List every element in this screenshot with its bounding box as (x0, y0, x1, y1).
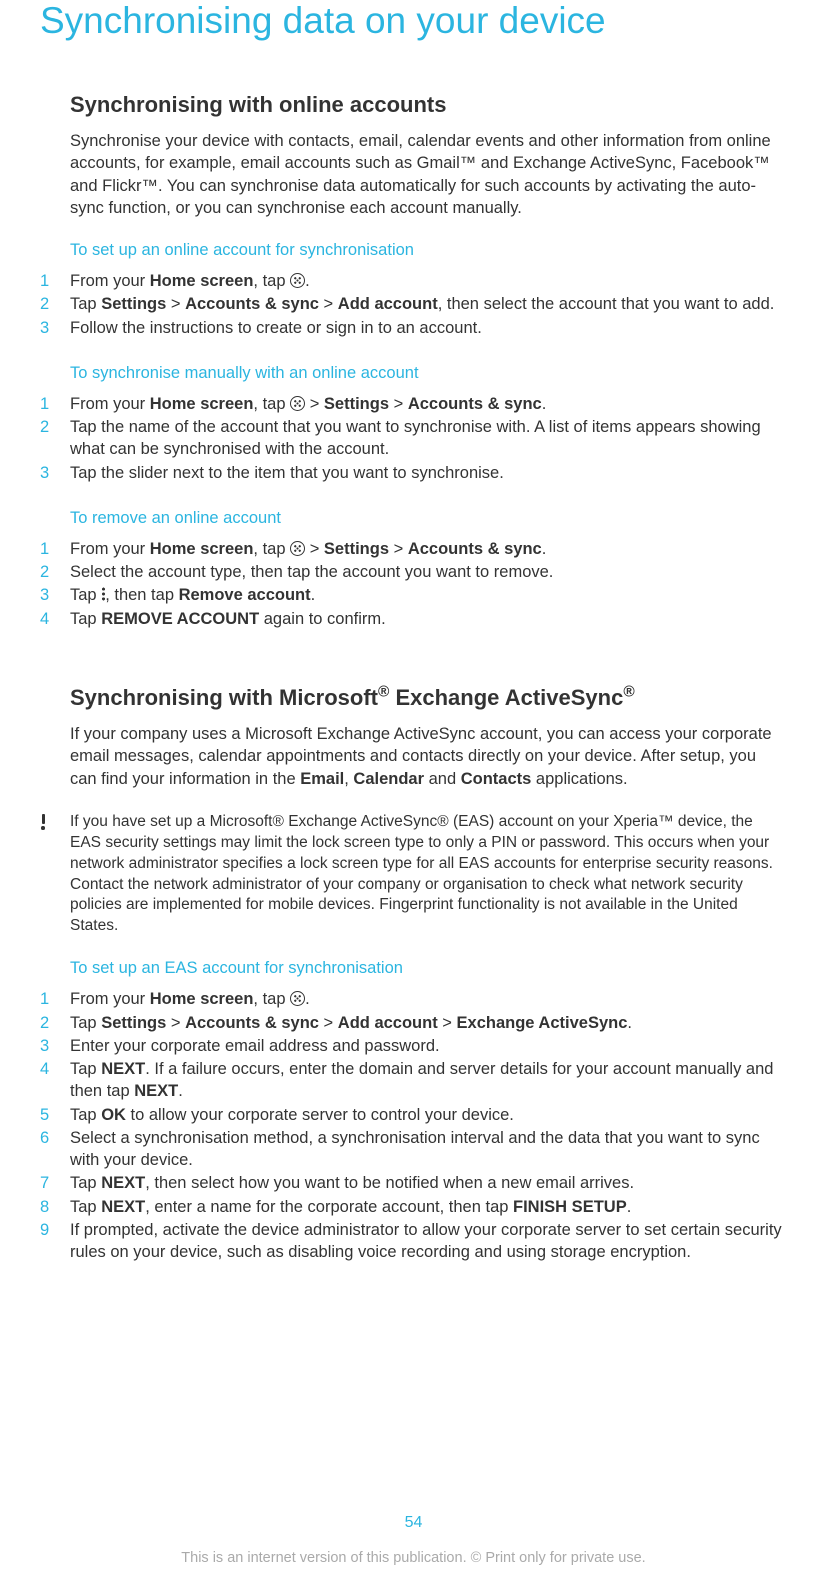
procedure-title-sync-manual: To synchronise manually with an online a… (70, 364, 787, 383)
step-text: Follow the instructions to create or sig… (70, 317, 787, 339)
step-text: Tap NEXT, then select how you want to be… (70, 1172, 787, 1194)
note-block: If you have set up a Microsoft® Exchange… (70, 812, 787, 938)
step-text: Tap NEXT, enter a name for the corporate… (70, 1196, 787, 1218)
step-number: 3 (40, 317, 70, 339)
step-text: Tap OK to allow your corporate server to… (70, 1104, 787, 1126)
step-number: 3 (40, 462, 70, 484)
step-text: Tap the slider next to the item that you… (70, 462, 787, 484)
step-text: From your Home screen, tap > Settings > … (70, 393, 787, 415)
procedure-steps: 1 From your Home screen, tap . 2 Tap Set… (70, 988, 787, 1263)
step-text: Tap , then tap Remove account. (70, 584, 787, 606)
step-text: Tap REMOVE ACCOUNT again to confirm. (70, 608, 787, 630)
step-number: 1 (40, 988, 70, 1010)
procedure-steps: 1 From your Home screen, tap > Settings … (70, 538, 787, 630)
procedure-steps: 1 From your Home screen, tap > Settings … (70, 393, 787, 484)
step-number: 6 (40, 1127, 70, 1149)
procedure-steps: 1 From your Home screen, tap . 2 Tap Set… (70, 270, 787, 339)
apps-icon (290, 273, 305, 288)
step-number: 9 (40, 1219, 70, 1241)
step-text: Select a synchronisation method, a synch… (70, 1127, 787, 1172)
procedure-title-setup-eas: To set up an EAS account for synchronisa… (70, 959, 787, 978)
step-number: 2 (40, 561, 70, 583)
apps-icon (290, 396, 305, 411)
step-number: 2 (40, 416, 70, 438)
step-text: Enter your corporate email address and p… (70, 1035, 787, 1057)
step-number: 2 (40, 293, 70, 315)
section-para: Synchronise your device with contacts, e… (70, 130, 787, 219)
section-heading-exchange: Synchronising with Microsoft® Exchange A… (70, 685, 787, 711)
step-text: Tap NEXT. If a failure occurs, enter the… (70, 1058, 787, 1103)
page-title: Synchronising data on your device (40, 0, 787, 42)
step-number: 2 (40, 1012, 70, 1034)
procedure-title-remove-account: To remove an online account (70, 509, 787, 528)
step-number: 3 (40, 1035, 70, 1057)
step-text: From your Home screen, tap > Settings > … (70, 538, 787, 560)
step-number: 3 (40, 584, 70, 606)
more-icon (101, 587, 105, 601)
step-number: 5 (40, 1104, 70, 1126)
step-text: Tap Settings > Accounts & sync > Add acc… (70, 293, 787, 315)
step-number: 1 (40, 393, 70, 415)
step-text: From your Home screen, tap . (70, 988, 787, 1010)
step-text: From your Home screen, tap . (70, 270, 787, 292)
section-heading-online-accounts: Synchronising with online accounts (70, 92, 787, 118)
section-para: If your company uses a Microsoft Exchang… (70, 723, 787, 790)
apps-icon (290, 541, 305, 556)
step-number: 4 (40, 608, 70, 630)
step-number: 4 (40, 1058, 70, 1080)
step-number: 1 (40, 538, 70, 560)
procedure-title-setup-online: To set up an online account for synchron… (70, 241, 787, 260)
step-text: Select the account type, then tap the ac… (70, 561, 787, 583)
step-number: 8 (40, 1196, 70, 1218)
alert-icon (40, 814, 46, 830)
step-number: 1 (40, 270, 70, 292)
apps-icon (290, 991, 305, 1006)
step-text: Tap the name of the account that you wan… (70, 416, 787, 461)
step-text: If prompted, activate the device adminis… (70, 1219, 787, 1264)
step-number: 7 (40, 1172, 70, 1194)
page-number: 54 (0, 1514, 827, 1532)
note-text: If you have set up a Microsoft® Exchange… (70, 812, 787, 938)
footer-note: This is an internet version of this publ… (0, 1550, 827, 1566)
step-text: Tap Settings > Accounts & sync > Add acc… (70, 1012, 787, 1034)
